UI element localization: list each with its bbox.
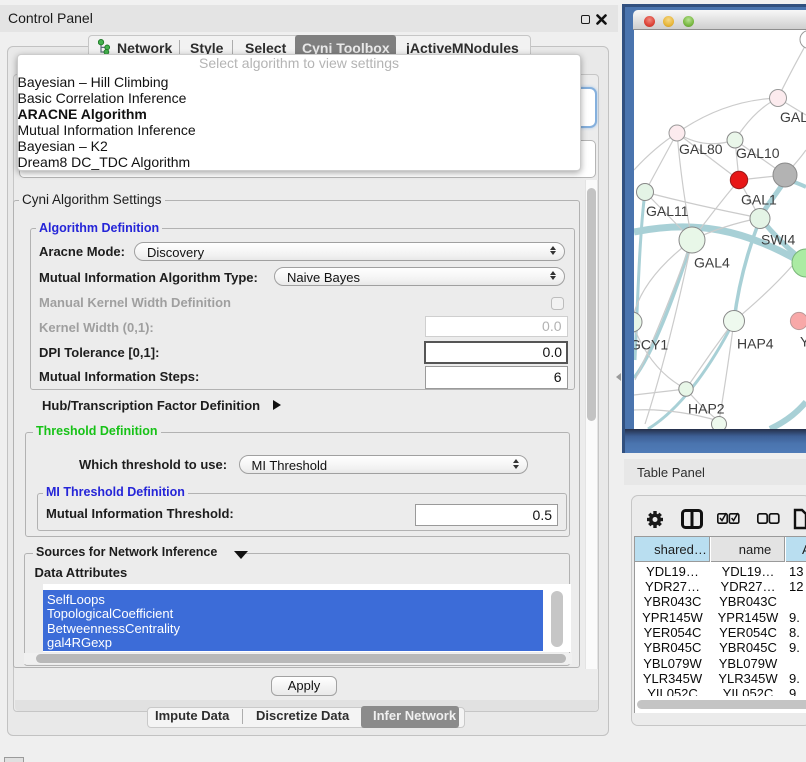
svg-text:GAL80: GAL80 [679, 141, 723, 157]
svg-text:GAL4: GAL4 [694, 255, 730, 271]
svg-text:GAL7: GAL7 [780, 109, 806, 125]
svg-text:GCY1: GCY1 [634, 337, 668, 353]
svg-text:Y: Y [800, 334, 806, 350]
svg-text:HAP2: HAP2 [688, 401, 725, 417]
svg-text:GAL10: GAL10 [736, 145, 780, 161]
svg-text:SWI4: SWI4 [761, 232, 795, 248]
svg-text:GAL11: GAL11 [646, 203, 689, 219]
svg-text:HAP4: HAP4 [737, 336, 774, 352]
svg-text:GAL1: GAL1 [741, 192, 777, 208]
